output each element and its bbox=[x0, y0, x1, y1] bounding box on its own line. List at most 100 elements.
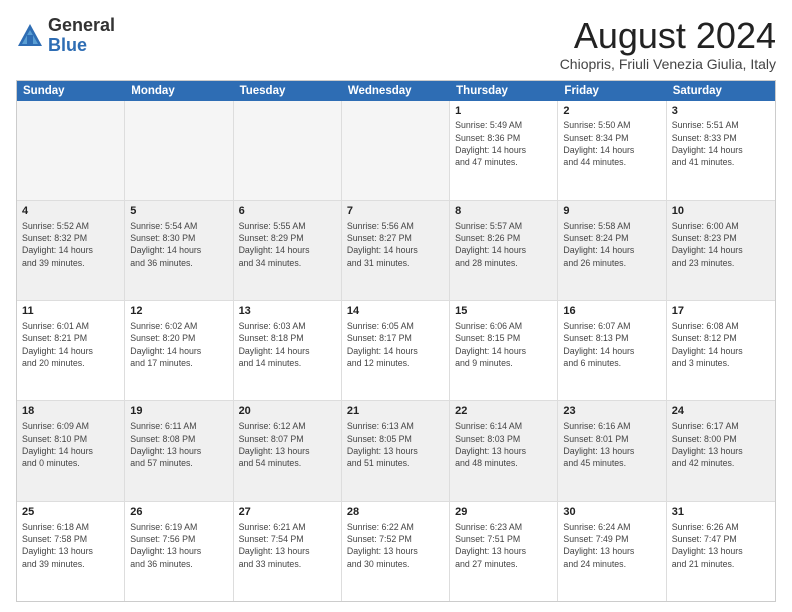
header-day-saturday: Saturday bbox=[667, 81, 775, 101]
day-number: 6 bbox=[239, 204, 336, 219]
calendar: SundayMondayTuesdayWednesdayThursdayFrid… bbox=[16, 80, 776, 602]
page: General Blue August 2024 Chiopris, Friul… bbox=[0, 0, 792, 612]
cell-info: Sunrise: 6:16 AMSunset: 8:01 PMDaylight:… bbox=[563, 420, 660, 469]
cell-info: Sunrise: 5:51 AMSunset: 8:33 PMDaylight:… bbox=[672, 119, 770, 168]
calendar-cell: 8Sunrise: 5:57 AMSunset: 8:26 PMDaylight… bbox=[450, 201, 558, 300]
header-day-wednesday: Wednesday bbox=[342, 81, 450, 101]
day-number: 31 bbox=[672, 505, 770, 520]
day-number: 24 bbox=[672, 404, 770, 419]
cell-info: Sunrise: 6:14 AMSunset: 8:03 PMDaylight:… bbox=[455, 420, 552, 469]
calendar-cell: 2Sunrise: 5:50 AMSunset: 8:34 PMDaylight… bbox=[558, 101, 666, 200]
logo-icon bbox=[16, 22, 44, 50]
day-number: 10 bbox=[672, 204, 770, 219]
day-number: 1 bbox=[455, 104, 552, 119]
day-number: 20 bbox=[239, 404, 336, 419]
cell-info: Sunrise: 6:06 AMSunset: 8:15 PMDaylight:… bbox=[455, 320, 552, 369]
calendar-cell: 27Sunrise: 6:21 AMSunset: 7:54 PMDayligh… bbox=[234, 502, 342, 601]
header-day-sunday: Sunday bbox=[17, 81, 125, 101]
cell-info: Sunrise: 6:17 AMSunset: 8:00 PMDaylight:… bbox=[672, 420, 770, 469]
cell-info: Sunrise: 6:26 AMSunset: 7:47 PMDaylight:… bbox=[672, 521, 770, 570]
calendar-cell: 4Sunrise: 5:52 AMSunset: 8:32 PMDaylight… bbox=[17, 201, 125, 300]
header-day-tuesday: Tuesday bbox=[234, 81, 342, 101]
day-number: 7 bbox=[347, 204, 444, 219]
day-number: 13 bbox=[239, 304, 336, 319]
calendar-cell: 31Sunrise: 6:26 AMSunset: 7:47 PMDayligh… bbox=[667, 502, 775, 601]
calendar-cell: 18Sunrise: 6:09 AMSunset: 8:10 PMDayligh… bbox=[17, 401, 125, 500]
day-number: 2 bbox=[563, 104, 660, 119]
location: Chiopris, Friuli Venezia Giulia, Italy bbox=[560, 56, 776, 72]
calendar-cell: 28Sunrise: 6:22 AMSunset: 7:52 PMDayligh… bbox=[342, 502, 450, 601]
day-number: 16 bbox=[563, 304, 660, 319]
calendar-cell: 5Sunrise: 5:54 AMSunset: 8:30 PMDaylight… bbox=[125, 201, 233, 300]
day-number: 25 bbox=[22, 505, 119, 520]
calendar-cell: 14Sunrise: 6:05 AMSunset: 8:17 PMDayligh… bbox=[342, 301, 450, 400]
calendar-cell bbox=[234, 101, 342, 200]
calendar-cell: 9Sunrise: 5:58 AMSunset: 8:24 PMDaylight… bbox=[558, 201, 666, 300]
day-number: 23 bbox=[563, 404, 660, 419]
cell-info: Sunrise: 6:07 AMSunset: 8:13 PMDaylight:… bbox=[563, 320, 660, 369]
day-number: 3 bbox=[672, 104, 770, 119]
day-number: 30 bbox=[563, 505, 660, 520]
day-number: 19 bbox=[130, 404, 227, 419]
calendar-row: 1Sunrise: 5:49 AMSunset: 8:36 PMDaylight… bbox=[17, 101, 775, 201]
calendar-cell: 26Sunrise: 6:19 AMSunset: 7:56 PMDayligh… bbox=[125, 502, 233, 601]
cell-info: Sunrise: 5:54 AMSunset: 8:30 PMDaylight:… bbox=[130, 220, 227, 269]
cell-info: Sunrise: 6:18 AMSunset: 7:58 PMDaylight:… bbox=[22, 521, 119, 570]
cell-info: Sunrise: 6:23 AMSunset: 7:51 PMDaylight:… bbox=[455, 521, 552, 570]
cell-info: Sunrise: 6:02 AMSunset: 8:20 PMDaylight:… bbox=[130, 320, 227, 369]
logo-blue-text: Blue bbox=[48, 35, 87, 55]
calendar-cell: 13Sunrise: 6:03 AMSunset: 8:18 PMDayligh… bbox=[234, 301, 342, 400]
calendar-cell: 19Sunrise: 6:11 AMSunset: 8:08 PMDayligh… bbox=[125, 401, 233, 500]
logo-general-text: General bbox=[48, 15, 115, 35]
cell-info: Sunrise: 6:09 AMSunset: 8:10 PMDaylight:… bbox=[22, 420, 119, 469]
header-day-monday: Monday bbox=[125, 81, 233, 101]
calendar-row: 4Sunrise: 5:52 AMSunset: 8:32 PMDaylight… bbox=[17, 201, 775, 301]
cell-info: Sunrise: 6:21 AMSunset: 7:54 PMDaylight:… bbox=[239, 521, 336, 570]
cell-info: Sunrise: 6:24 AMSunset: 7:49 PMDaylight:… bbox=[563, 521, 660, 570]
cell-info: Sunrise: 5:56 AMSunset: 8:27 PMDaylight:… bbox=[347, 220, 444, 269]
cell-info: Sunrise: 6:00 AMSunset: 8:23 PMDaylight:… bbox=[672, 220, 770, 269]
calendar-cell: 24Sunrise: 6:17 AMSunset: 8:00 PMDayligh… bbox=[667, 401, 775, 500]
cell-info: Sunrise: 5:50 AMSunset: 8:34 PMDaylight:… bbox=[563, 119, 660, 168]
day-number: 15 bbox=[455, 304, 552, 319]
cell-info: Sunrise: 6:19 AMSunset: 7:56 PMDaylight:… bbox=[130, 521, 227, 570]
cell-info: Sunrise: 6:13 AMSunset: 8:05 PMDaylight:… bbox=[347, 420, 444, 469]
calendar-cell: 12Sunrise: 6:02 AMSunset: 8:20 PMDayligh… bbox=[125, 301, 233, 400]
calendar-cell bbox=[17, 101, 125, 200]
header-day-thursday: Thursday bbox=[450, 81, 558, 101]
calendar-cell bbox=[125, 101, 233, 200]
cell-info: Sunrise: 6:05 AMSunset: 8:17 PMDaylight:… bbox=[347, 320, 444, 369]
calendar-cell: 25Sunrise: 6:18 AMSunset: 7:58 PMDayligh… bbox=[17, 502, 125, 601]
day-number: 9 bbox=[563, 204, 660, 219]
day-number: 21 bbox=[347, 404, 444, 419]
logo: General Blue bbox=[16, 16, 115, 56]
day-number: 8 bbox=[455, 204, 552, 219]
calendar-cell: 10Sunrise: 6:00 AMSunset: 8:23 PMDayligh… bbox=[667, 201, 775, 300]
calendar-cell: 1Sunrise: 5:49 AMSunset: 8:36 PMDaylight… bbox=[450, 101, 558, 200]
calendar-cell bbox=[342, 101, 450, 200]
cell-info: Sunrise: 6:22 AMSunset: 7:52 PMDaylight:… bbox=[347, 521, 444, 570]
day-number: 22 bbox=[455, 404, 552, 419]
day-number: 28 bbox=[347, 505, 444, 520]
cell-info: Sunrise: 6:08 AMSunset: 8:12 PMDaylight:… bbox=[672, 320, 770, 369]
cell-info: Sunrise: 6:01 AMSunset: 8:21 PMDaylight:… bbox=[22, 320, 119, 369]
cell-info: Sunrise: 6:12 AMSunset: 8:07 PMDaylight:… bbox=[239, 420, 336, 469]
title-block: August 2024 Chiopris, Friuli Venezia Giu… bbox=[560, 16, 776, 72]
calendar-cell: 23Sunrise: 6:16 AMSunset: 8:01 PMDayligh… bbox=[558, 401, 666, 500]
cell-info: Sunrise: 5:49 AMSunset: 8:36 PMDaylight:… bbox=[455, 119, 552, 168]
calendar-cell: 30Sunrise: 6:24 AMSunset: 7:49 PMDayligh… bbox=[558, 502, 666, 601]
calendar-header: SundayMondayTuesdayWednesdayThursdayFrid… bbox=[17, 81, 775, 101]
calendar-row: 25Sunrise: 6:18 AMSunset: 7:58 PMDayligh… bbox=[17, 502, 775, 601]
day-number: 29 bbox=[455, 505, 552, 520]
calendar-row: 11Sunrise: 6:01 AMSunset: 8:21 PMDayligh… bbox=[17, 301, 775, 401]
header: General Blue August 2024 Chiopris, Friul… bbox=[16, 16, 776, 72]
calendar-cell: 20Sunrise: 6:12 AMSunset: 8:07 PMDayligh… bbox=[234, 401, 342, 500]
day-number: 17 bbox=[672, 304, 770, 319]
calendar-cell: 6Sunrise: 5:55 AMSunset: 8:29 PMDaylight… bbox=[234, 201, 342, 300]
cell-info: Sunrise: 6:11 AMSunset: 8:08 PMDaylight:… bbox=[130, 420, 227, 469]
cell-info: Sunrise: 6:03 AMSunset: 8:18 PMDaylight:… bbox=[239, 320, 336, 369]
day-number: 18 bbox=[22, 404, 119, 419]
cell-info: Sunrise: 5:52 AMSunset: 8:32 PMDaylight:… bbox=[22, 220, 119, 269]
day-number: 12 bbox=[130, 304, 227, 319]
calendar-cell: 21Sunrise: 6:13 AMSunset: 8:05 PMDayligh… bbox=[342, 401, 450, 500]
